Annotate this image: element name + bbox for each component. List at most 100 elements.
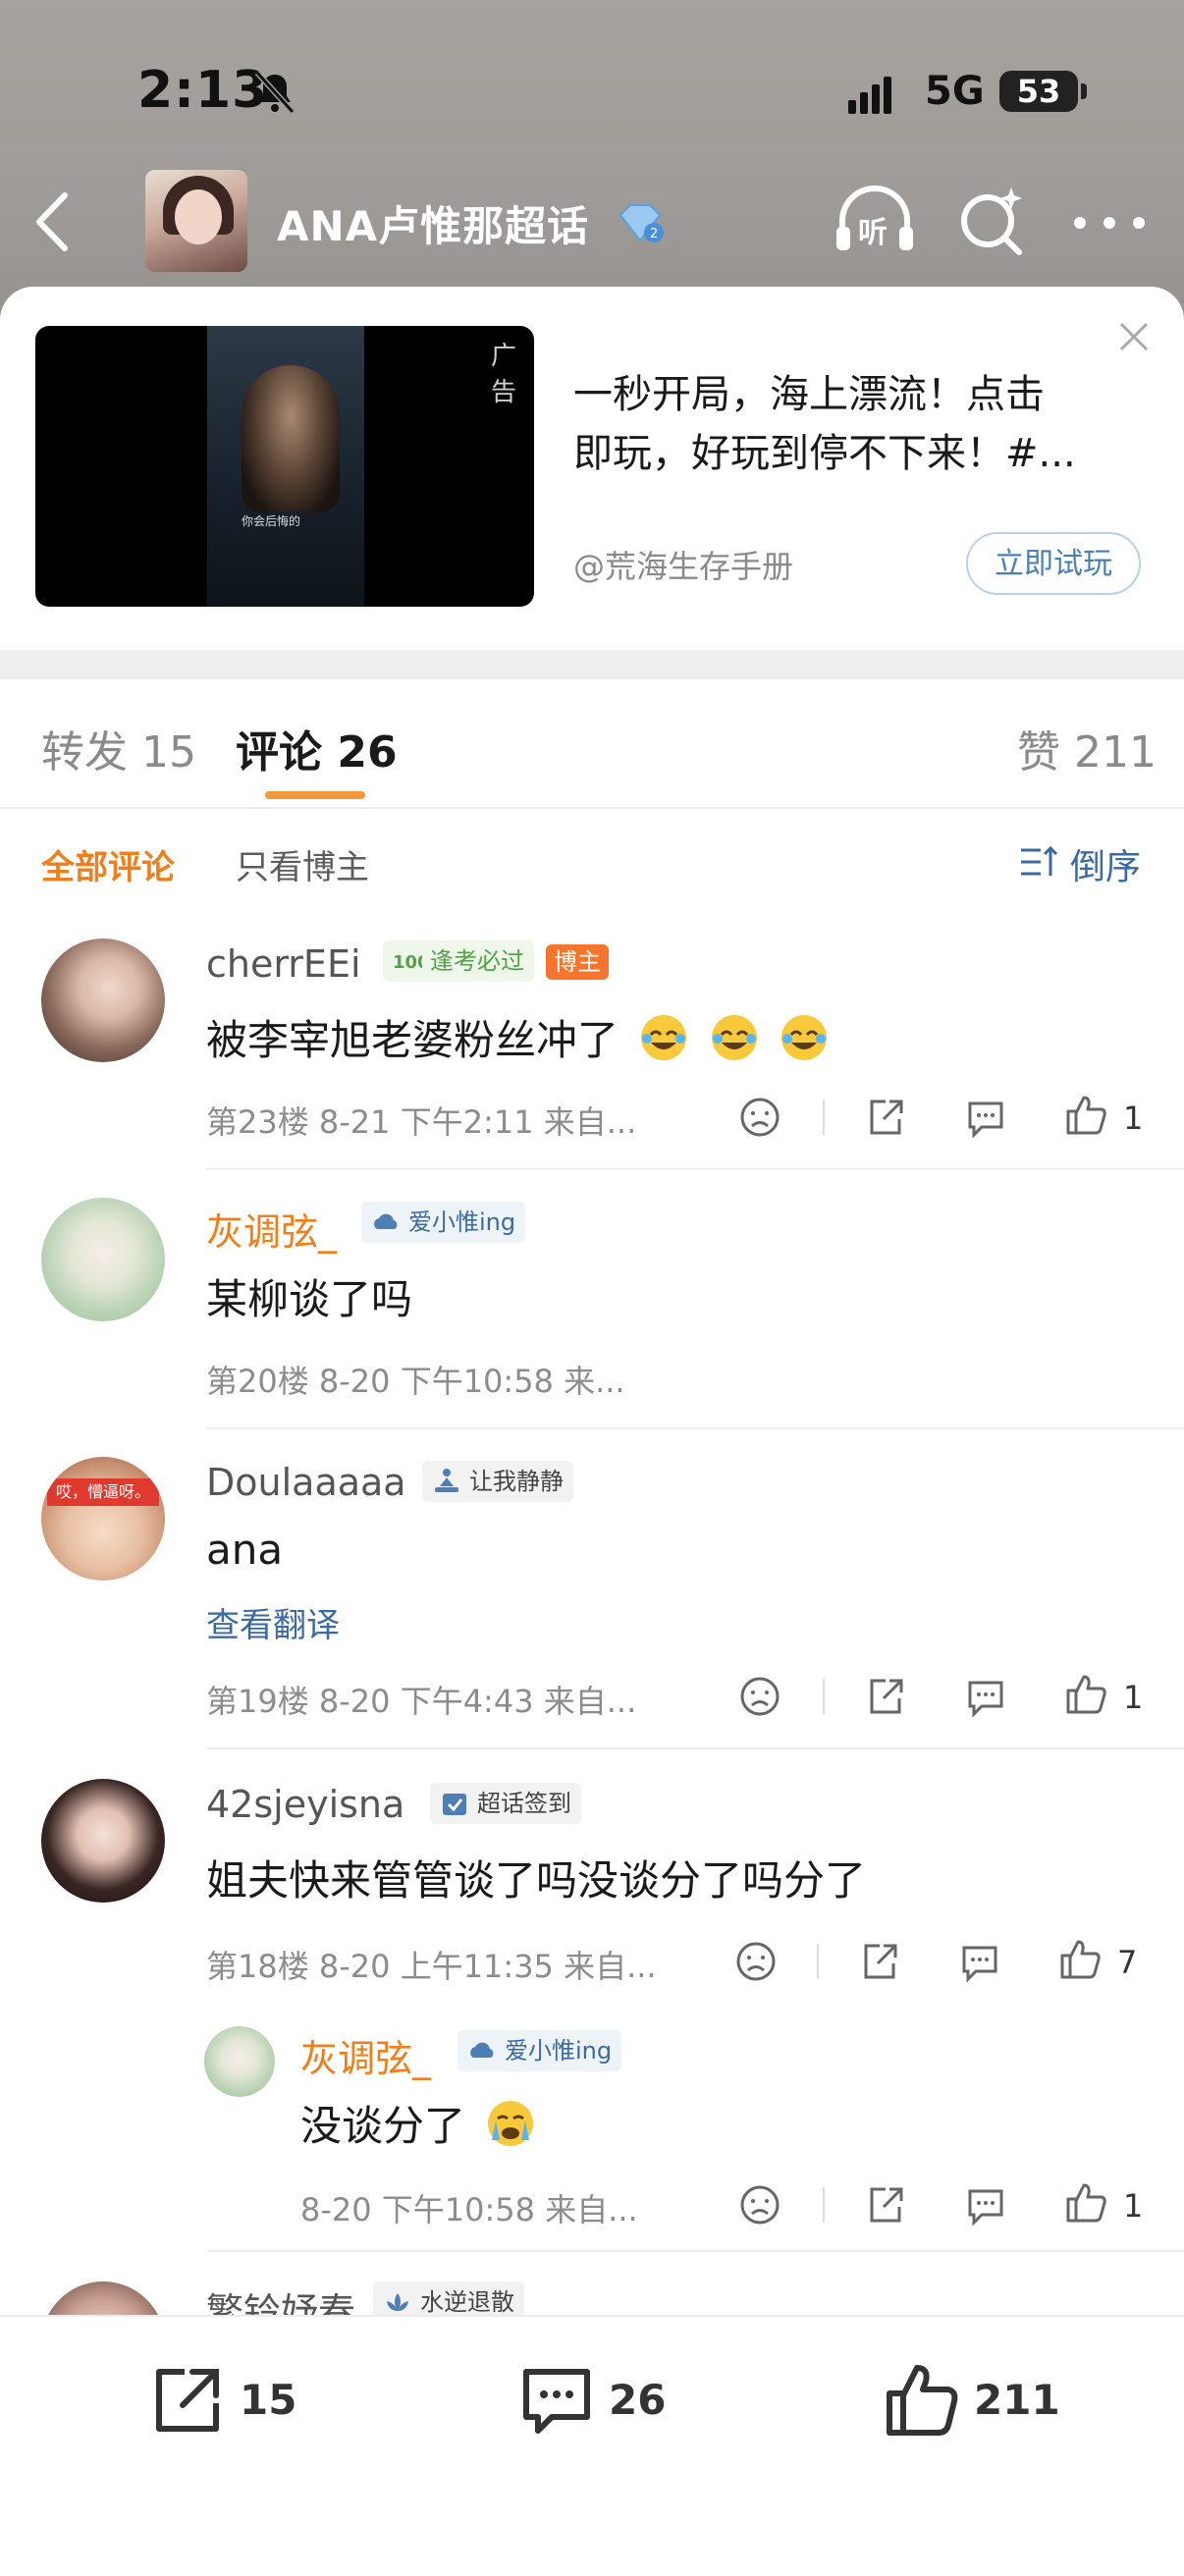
topic-title[interactable]: ANA卢惟那超话 [277,193,589,253]
comment-like-count: 1 [1123,1100,1144,1137]
reply-username[interactable]: 灰调弦_ [300,2028,431,2082]
like-thumb-icon[interactable] [1064,1673,1107,1716]
tab-repost-count: 15 [141,727,196,778]
fan-badge[interactable]: 100 逢考必过 [383,940,534,982]
tab-repost-label: 转发 [41,727,128,778]
topic-avatar[interactable] [145,170,247,272]
ad-card[interactable]: 你会后悔的 广告 一秒开局，海上漂流！点击 即玩，好玩到停不下来！#... @荒… [0,295,1184,648]
tab-likes[interactable]: 赞 211 [1017,717,1157,779]
comment-meta: 第19楼 8-20 下午4:43 来自... [206,1683,637,1720]
fan-badge[interactable]: 爱小惟ing [457,2030,622,2071]
bottom-action-bar: 15 26 211 [0,2315,1184,2576]
ad-video-thumbnail[interactable]: 你会后悔的 广告 [35,326,534,607]
try-now-button[interactable]: 立即试玩 [966,532,1141,595]
avatar[interactable] [204,2026,275,2097]
comment-meta: 第23楼 8-21 下午2:11 来自... [206,1103,637,1141]
avatar[interactable] [41,1198,165,1321]
fan-badge-label: 水逆退散 [420,2288,514,2316]
comment-divider [206,1427,1184,1429]
dislike-face-icon[interactable] [738,1096,781,1139]
laughing-tears-emoji-icon [781,1015,828,1060]
tab-likes-count: 211 [1074,727,1157,778]
share-icon[interactable] [858,1940,901,1983]
share-icon[interactable] [864,1096,907,1139]
section-divider [0,650,1184,679]
avatar[interactable]: 哎，懵逼呀。 [41,1457,165,1581]
status-bar: 2:13 5G 53 [0,0,1184,187]
reply-icon[interactable] [958,1940,1001,1983]
fan-badge[interactable]: 让我静静 [422,1461,573,1502]
comment-meta: 第18楼 8-20 上午11:35 来自... [206,1948,657,1985]
dislike-face-icon[interactable] [738,1675,781,1718]
action-separator [823,1100,825,1135]
network-type: 5G [925,69,985,114]
tab-repost[interactable]: 转发 15 [41,717,196,779]
share-icon[interactable] [864,1675,907,1718]
avatar[interactable] [41,939,165,1062]
action-separator [823,1679,825,1714]
filter-all-comments[interactable]: 全部评论 [41,840,175,888]
like-thumb-icon[interactable] [1058,1938,1102,1981]
comment-count: 26 [609,2376,667,2424]
ad-source[interactable]: @荒海生存手册 [573,542,793,587]
comment-text: 被李宰旭老婆粉丝冲了 [206,1007,829,1067]
comment-text: 某柳谈了吗 [206,1275,413,1323]
fan-badge-label: 爱小惟ing [408,1208,516,1236]
ad-text-line-1: 一秒开局，海上漂流！点击 [573,372,1045,417]
comment-text: ana [206,1526,284,1574]
close-icon[interactable] [1115,318,1153,355]
reply-text: 没谈分了 [300,2093,535,2153]
ad-description[interactable]: 一秒开局，海上漂流！点击 即玩，好玩到停不下来！#... [573,365,1143,483]
fan-badge[interactable]: 超话签到 [430,1783,581,1824]
dislike-face-icon[interactable] [738,2183,781,2227]
comment-username[interactable]: 灰调弦_ [206,1202,337,1256]
share-icon[interactable] [864,2183,907,2227]
cloud-icon [374,1213,398,1229]
topic-nav-bar: ANA卢惟那超话 2 听 [0,162,1184,280]
svg-text:2: 2 [650,227,658,242]
filter-owner-only[interactable]: 只看博主 [236,840,369,888]
bell-off-icon [254,70,296,115]
listen-headphone-icon[interactable]: 听 [833,182,917,260]
like-thumb-icon[interactable] [1064,1094,1107,1137]
fan-badge-label: 逢考必过 [430,947,524,975]
like-thumb-icon[interactable] [1064,2181,1107,2225]
sort-icon[interactable] [1019,844,1058,880]
laughing-tears-emoji-icon [711,1015,757,1060]
share-icon [156,2369,219,2432]
avatar[interactable] [41,1779,165,1903]
hundred-points-icon: 100 [393,952,422,973]
action-separator [823,2187,825,2223]
post-tabs: 转发 15 评论 26 赞 211 [0,679,1184,809]
search-icon[interactable] [952,182,1031,260]
reply-icon[interactable] [964,2183,1007,2227]
tab-comments[interactable]: 评论 26 [236,717,398,779]
tab-likes-label: 赞 [1017,727,1060,778]
svg-text:100: 100 [393,952,422,973]
owner-tag: 博主 [546,944,609,980]
like-thumb-icon [887,2365,958,2436]
reply-meta: 8-20 下午10:58 来自... [300,2191,638,2228]
fan-badge[interactable]: 爱小惟ing [361,1202,526,1243]
checkin-calendar-icon [443,1794,466,1815]
comment-username[interactable]: Doulaaaaa [206,1461,406,1504]
repost-count: 15 [240,2376,297,2424]
translate-link[interactable]: 查看翻译 [206,1598,340,1646]
comment-username[interactable]: 42sjeyisna [206,1783,404,1826]
diamond-badge-icon: 2 [619,204,664,242]
sort-order-button[interactable]: 倒序 [1070,838,1141,889]
comment-username[interactable]: cherrEEi [206,942,361,986]
dislike-face-icon[interactable] [734,1940,778,1983]
back-arrow-icon[interactable] [29,189,79,254]
signal-icon [848,77,895,114]
more-icon[interactable] [1070,213,1149,233]
reply-icon[interactable] [964,1096,1007,1139]
cloud-icon [470,2042,494,2058]
comment-text: 姐夫快来管管谈了吗没谈分了吗分了 [206,1856,867,1905]
reply-icon[interactable] [964,1675,1007,1718]
tab-comments-label: 评论 [236,727,322,778]
ad-thumbnail-caption: 你会后悔的 [242,514,301,528]
tab-comments-count: 26 [337,727,398,778]
avatar-caption: 哎，懵逼呀。 [47,1478,159,1506]
comment-like-count: 1 [1123,1679,1144,1716]
